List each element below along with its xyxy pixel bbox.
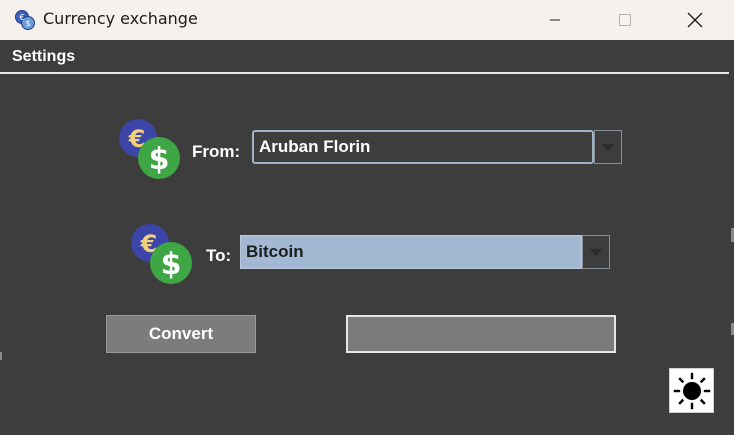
- from-currency-value[interactable]: Aruban Florin: [252, 130, 594, 164]
- euro-dollar-coins-icon: € $: [131, 224, 192, 284]
- to-currency-value[interactable]: Bitcoin: [240, 235, 582, 269]
- theme-toggle-button[interactable]: [669, 368, 714, 413]
- to-label: To:: [206, 246, 232, 265]
- close-icon: [687, 12, 703, 28]
- convert-button[interactable]: Convert: [106, 315, 256, 353]
- sun-icon: [673, 372, 710, 409]
- svg-text:€: €: [19, 13, 24, 22]
- to-dropdown-button[interactable]: [582, 235, 610, 269]
- close-button[interactable]: [672, 0, 718, 40]
- chevron-down-icon: [590, 248, 602, 256]
- window-resize-edge: [0, 352, 2, 360]
- title-bar: € $ Currency exchange: [0, 0, 734, 40]
- svg-text:$: $: [161, 247, 182, 282]
- menu-settings[interactable]: Settings: [12, 48, 75, 66]
- maximize-button[interactable]: [602, 0, 648, 40]
- from-currency-select[interactable]: Aruban Florin: [252, 130, 622, 164]
- from-dropdown-button[interactable]: [594, 130, 622, 164]
- menu-bar: Settings: [0, 40, 734, 72]
- currency-exchange-icon: € $: [15, 10, 35, 30]
- minimize-button[interactable]: [532, 0, 578, 40]
- window-title: Currency exchange: [43, 9, 198, 28]
- minimize-icon: [550, 19, 560, 21]
- euro-dollar-coins-icon: € $: [119, 119, 180, 179]
- svg-text:$: $: [25, 19, 30, 28]
- svg-text:$: $: [149, 142, 170, 177]
- maximize-icon: [619, 14, 631, 26]
- menu-divider: [0, 72, 729, 74]
- chevron-down-icon: [602, 143, 614, 151]
- to-currency-select[interactable]: Bitcoin: [240, 235, 610, 269]
- result-field[interactable]: [346, 315, 616, 353]
- from-label: From:: [192, 142, 241, 161]
